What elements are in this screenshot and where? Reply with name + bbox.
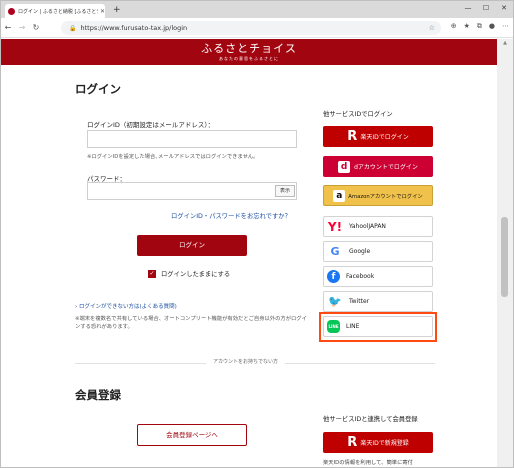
toolbar-icons: ⊕ ★ ⧉ ● ⋯ (451, 22, 509, 31)
facebook-login-label: Facebook (346, 273, 375, 280)
site-tagline: あなたの意思をふるさとに (219, 56, 279, 61)
rakuten-icon: R (347, 435, 358, 450)
browser-toolbar: ← → ↻ 🔒 https://www.furusato-tax.jp/login… (1, 18, 513, 38)
read-aloud-icon[interactable]: ⊕ (451, 22, 457, 31)
more-menu-icon[interactable]: ⋯ (502, 22, 509, 31)
rakuten-register-note: 楽天IDの情報を利用して、簡単に寄付 (323, 460, 413, 466)
amazon-icon: a (333, 189, 346, 202)
login-button[interactable]: ログイン (137, 235, 247, 256)
collections-icon[interactable]: ⧉ (477, 22, 482, 31)
yahoo-icon: Y! (327, 219, 343, 234)
new-tab-button[interactable]: + (113, 4, 121, 16)
browser-tab[interactable]: ログイン | ふるさと納税 [ふるさとチョイス] ✕ (5, 4, 105, 18)
reload-icon[interactable]: ↻ (29, 23, 43, 32)
docomo-d-icon: d (338, 160, 351, 173)
keep-logged-in-label: ログインしたままにする (161, 271, 231, 278)
rakuten-icon: R (347, 129, 358, 144)
maximize-button[interactable]: ☐ (477, 1, 495, 15)
profile-icon[interactable]: ● (489, 22, 495, 31)
login-id-hint: ※ログインIDを設定した場合､メールアドレスではログインできません。 (87, 154, 259, 160)
tab-strip: ログイン | ふるさと納税 [ふるさとチョイス] ✕ + — ☐ ✕ (1, 1, 513, 18)
facebook-icon: f (327, 270, 340, 283)
login-heading: ログイン (75, 82, 121, 96)
url-text: https://www.furusato-tax.jp/login (80, 24, 188, 32)
twitter-login-label: Twitter (349, 298, 370, 305)
login-id-input[interactable] (87, 130, 297, 148)
shared-device-note: ※端末を複数名で共有している場合、オートコンプリート機能が有効だとご自身以外の方… (75, 316, 307, 330)
scrollbar-thumb[interactable] (501, 217, 508, 297)
amazon-login-label: Amazonアカウントでログイン (348, 193, 423, 200)
keep-logged-in-checkbox[interactable]: ✓ ログインしたままにする (148, 269, 230, 278)
scroll-up-icon[interactable]: ▲ (497, 39, 513, 48)
register-page-button[interactable]: 会員登録ページへ (137, 424, 247, 446)
yahoo-login-button[interactable]: Y! YahoolJAPAN (323, 216, 433, 237)
show-password-button[interactable]: 表示 (275, 185, 295, 197)
register-heading: 会員登録 (75, 388, 121, 402)
twitter-login-button[interactable]: 🐦 Twitter (323, 291, 433, 312)
line-button-highlight (319, 312, 437, 342)
d-account-login-label: dアカウントでログイン (354, 164, 418, 171)
rakuten-login-button[interactable]: R 楽天IDでログイン (323, 126, 433, 147)
lock-icon: 🔒 (69, 25, 77, 32)
favorite-star-icon[interactable]: ☆ (429, 21, 435, 35)
rakuten-register-label: 楽天IDで新規登録 (360, 440, 409, 447)
faq-link[interactable]: › ログインができない方は(よくある質問) (75, 302, 177, 310)
no-account-divider-text: アカウントをお持ちでない方 (206, 358, 286, 365)
d-account-login-button[interactable]: d dアカウントでログイン (323, 156, 433, 177)
site-logo[interactable]: ふるさとチョイス (1, 42, 497, 56)
window-controls: — ☐ ✕ (459, 1, 513, 15)
google-icon: G (330, 245, 340, 258)
google-login-button[interactable]: G Google (323, 241, 433, 262)
favorites-icon[interactable]: ★ (464, 22, 470, 31)
forgot-credentials-link[interactable]: ログインID・パスワードをお忘れですか？ (171, 211, 291, 220)
browser-window: ログイン | ふるさと納税 [ふるさとチョイス] ✕ + — ☐ ✕ ← → ↻… (0, 0, 514, 468)
site-favicon-icon (8, 7, 15, 15)
login-id-label: ログインID（初期設定はメールアドレス）： (87, 121, 215, 129)
page-scrollbar[interactable]: ▲ (497, 39, 513, 467)
tab-title: ログイン | ふるさと納税 [ふるさとチョイス] (18, 8, 98, 15)
google-login-label: Google (349, 248, 371, 255)
rakuten-login-label: 楽天IDでログイン (360, 134, 409, 141)
close-window-button[interactable]: ✕ (495, 1, 513, 15)
yahoo-login-label: YahoolJAPAN (349, 223, 386, 230)
forward-icon[interactable]: → (15, 23, 29, 32)
site-header: ふるさとチョイス あなたの意思をふるさとに (1, 39, 497, 65)
twitter-bird-icon: 🐦 (328, 295, 342, 308)
social-register-title: 他サービスIDと連携して会員登録 (323, 416, 418, 423)
social-login-title: 他サービスIDでログイン (323, 111, 393, 118)
back-icon[interactable]: ← (1, 23, 15, 32)
address-bar[interactable]: 🔒 https://www.furusato-tax.jp/login ☆ (61, 21, 441, 35)
minimize-button[interactable]: — (459, 1, 477, 15)
facebook-login-button[interactable]: f Facebook (323, 266, 433, 287)
checkbox-checked-icon[interactable]: ✓ (148, 269, 156, 278)
amazon-login-button[interactable]: a Amazonアカウントでログイン (323, 185, 433, 206)
password-input[interactable] (87, 182, 297, 200)
rakuten-register-button[interactable]: R 楽天IDで新規登録 (323, 432, 433, 453)
tab-close-icon[interactable]: ✕ (100, 8, 105, 15)
